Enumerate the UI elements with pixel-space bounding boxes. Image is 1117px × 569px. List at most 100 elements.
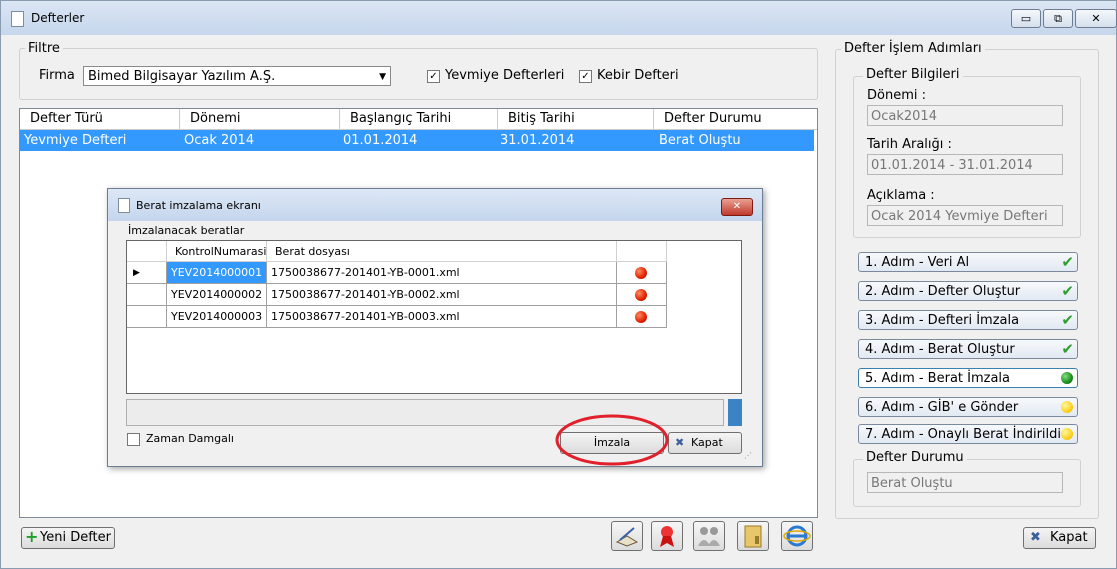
col-durum[interactable]: Defter Durumu — [654, 109, 814, 129]
internet-explorer-icon — [783, 525, 811, 547]
step-label: 3. Adım - Defteri İmzala — [865, 313, 1020, 328]
dialog-window-icon — [118, 198, 130, 213]
cell-baslangic: 01.01.2014 — [343, 133, 418, 148]
row-pointer-cell: ▶ — [127, 262, 167, 284]
donemi-field[interactable]: Ocak2014 — [867, 105, 1063, 126]
cell-defter-turu: Yevmiye Defteri — [24, 133, 127, 148]
highlight-ellipse — [555, 414, 669, 466]
dialog-kapat-button[interactable]: ✖ Kapat — [668, 432, 742, 454]
info-legend: Defter Bilgileri — [863, 67, 963, 82]
users-button[interactable] — [693, 521, 725, 551]
status-yellow-icon — [1061, 428, 1073, 440]
step-label: 4. Adım - Berat Oluştur — [865, 342, 1015, 357]
resize-grip-icon[interactable]: ⋰ — [744, 451, 752, 460]
berat-table[interactable]: KontrolNumarasi Berat dosyası ▶ YEV20140… — [126, 240, 742, 394]
cell-status — [617, 306, 667, 328]
step-5-button[interactable]: 5. Adım - Berat İmzala — [858, 368, 1078, 388]
filter-legend: Filtre — [25, 41, 63, 56]
close-x-icon: ✖ — [675, 436, 685, 449]
row-header-corner — [127, 241, 167, 262]
berat-imzalama-dialog: Berat imzalama ekranı ✕ İmzalanacak bera… — [107, 188, 763, 467]
col-defter-turu[interactable]: Defter Türü — [20, 109, 180, 129]
step-3-button[interactable]: 3. Adım - Defteri İmzala ✔ — [858, 310, 1078, 330]
section-label: İmzalanacak beratlar — [128, 224, 245, 237]
cell-berat-dosyasi[interactable]: 1750038677-201401-YB-0002.xml — [267, 284, 617, 306]
kapat-button[interactable]: ✖ Kapat — [1023, 527, 1096, 549]
folder-button[interactable] — [737, 521, 769, 551]
checkmark-icon: ✔ — [1061, 253, 1074, 271]
tarih-field[interactable]: 01.01.2014 - 31.01.2014 — [867, 154, 1063, 175]
ribbon-award-icon — [660, 526, 674, 547]
chevron-down-icon: ▼ — [379, 72, 386, 82]
col-baslangic[interactable]: Başlangıç Tarihi — [340, 109, 498, 129]
step-label: 6. Adım - GİB' e Gönder — [865, 400, 1019, 415]
cell-kontrol[interactable]: YEV2014000001 — [167, 262, 267, 284]
cell-kontrol[interactable]: YEV2014000002 — [167, 284, 267, 306]
firma-select[interactable]: Bimed Bilgisayar Yazılım A.Ş. ▼ — [83, 66, 391, 86]
table-header: Defter Türü Dönemi Başlangıç Tarihi Biti… — [20, 109, 817, 130]
cell-kontrol[interactable]: YEV2014000003 — [167, 306, 267, 328]
defterler-window: Defterler ▭ ⧉ ✕ Filtre Firma Bimed Bilgi… — [0, 0, 1117, 569]
folder-icon — [744, 525, 762, 548]
col-donemi[interactable]: Dönemi — [180, 109, 340, 129]
col-bitis[interactable]: Bitiş Tarihi — [498, 109, 654, 129]
row-pointer-icon: ▶ — [133, 268, 140, 278]
status-red-icon — [635, 311, 647, 323]
checkmark-icon: ✔ — [1061, 311, 1074, 329]
step-label: 2. Adım - Defter Oluştur — [865, 284, 1021, 299]
plus-icon: + — [25, 527, 39, 546]
award-button[interactable] — [651, 521, 683, 551]
table-row[interactable]: Yevmiye Defteri Ocak 2014 01.01.2014 31.… — [20, 130, 814, 151]
row-pointer-cell — [127, 306, 167, 328]
minimize-button[interactable]: ▭ — [1011, 9, 1041, 28]
kapat-label: Kapat — [1050, 530, 1088, 545]
col-status — [617, 241, 667, 262]
maximize-button[interactable]: ⧉ — [1043, 9, 1073, 28]
yeni-defter-button[interactable]: + Yeni Defter — [21, 527, 115, 549]
col-kontrol[interactable]: KontrolNumarasi — [167, 241, 267, 262]
zaman-damgali-checkbox[interactable] — [127, 433, 140, 446]
step-2-button[interactable]: 2. Adım - Defter Oluştur ✔ — [858, 281, 1078, 301]
step-label: 5. Adım - Berat İmzala — [865, 371, 1011, 386]
cell-bitis: 31.01.2014 — [500, 133, 575, 148]
cell-donemi: Ocak 2014 — [184, 133, 255, 148]
step-label: 7. Adım - Onaylı Berat İndirildi — [865, 427, 1061, 442]
book-sign-button[interactable] — [611, 521, 643, 551]
cell-durum: Berat Oluştu — [659, 133, 741, 148]
browser-button[interactable] — [781, 521, 813, 551]
status-yellow-icon — [1061, 401, 1073, 413]
aciklama-field[interactable]: Ocak 2014 Yevmiye Defteri — [867, 205, 1063, 226]
step-4-button[interactable]: 4. Adım - Berat Oluştur ✔ — [858, 339, 1078, 359]
status-red-icon — [635, 267, 647, 279]
window-title: Defterler — [31, 11, 85, 25]
firma-value: Bimed Bilgisayar Yazılım A.Ş. — [88, 69, 276, 84]
cell-status — [617, 262, 667, 284]
cell-berat-dosyasi[interactable]: 1750038677-201401-YB-0001.xml — [267, 262, 617, 284]
status-green-icon — [1061, 372, 1073, 384]
step-1-button[interactable]: 1. Adım - Veri Al ✔ — [858, 252, 1078, 272]
yevmiye-checkbox[interactable]: ✓ — [427, 70, 440, 83]
steps-legend: Defter İşlem Adımları — [841, 41, 985, 56]
tarih-label: Tarih Aralığı : — [867, 137, 952, 152]
cell-berat-dosyasi[interactable]: 1750038677-201401-YB-0003.xml — [267, 306, 617, 328]
close-x-icon: ✖ — [1030, 530, 1041, 545]
row-pointer-cell — [127, 284, 167, 306]
checkmark-icon: ✔ — [1061, 340, 1074, 358]
status-red-icon — [635, 289, 647, 301]
highlight-circle — [555, 414, 669, 466]
firma-label: Firma — [39, 68, 75, 83]
close-button[interactable]: ✕ — [1075, 9, 1117, 28]
durum-legend: Defter Durumu — [863, 450, 967, 465]
zaman-damgali-label: Zaman Damgalı — [146, 432, 234, 445]
dialog-title: Berat imzalama ekranı — [136, 199, 261, 212]
step-7-button[interactable]: 7. Adım - Onaylı Berat İndirildi — [858, 424, 1078, 444]
step-6-button[interactable]: 6. Adım - GİB' e Gönder — [858, 397, 1078, 417]
progress-indicator — [728, 399, 742, 426]
kebir-checkbox[interactable]: ✓ — [579, 70, 592, 83]
users-icon — [698, 527, 720, 546]
donemi-label: Dönemi : — [867, 88, 926, 103]
dialog-close-button[interactable]: ✕ — [721, 198, 753, 216]
dialog-kapat-label: Kapat — [691, 436, 723, 449]
col-berat-dosyasi[interactable]: Berat dosyası — [267, 241, 617, 262]
durum-field[interactable]: Berat Oluştu — [867, 472, 1063, 493]
